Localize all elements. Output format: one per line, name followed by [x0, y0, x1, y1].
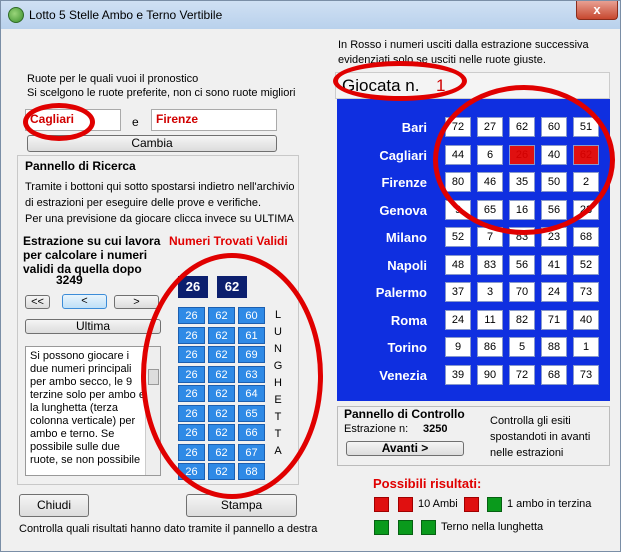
- note-text: Si possono giocare i due numeri principa…: [30, 350, 145, 466]
- next-button[interactable]: >: [114, 295, 159, 309]
- ricerca-title: Pannello di Ricerca: [25, 159, 136, 173]
- estrazione-label-1: Estrazione su cui lavora: [23, 234, 161, 248]
- title-bar[interactable]: Lotto 5 Stelle Ambo e Terno Vertibile x: [1, 1, 620, 29]
- green-square-2: [374, 520, 389, 535]
- green-square-3: [398, 520, 413, 535]
- extraction-number-cell: 82: [509, 309, 535, 330]
- annotation-circle-numbers: [141, 253, 323, 499]
- ricerca-desc-3: Per una previsione da giocare clicca inv…: [25, 213, 294, 225]
- control-desc-3: nelle estrazioni: [490, 447, 564, 459]
- extraction-number-cell: 71: [541, 309, 567, 330]
- footer-hint: Controlla quali risultati hanno dato tra…: [19, 523, 318, 535]
- extraction-number-cell: 24: [541, 282, 567, 302]
- green-square-4: [421, 520, 436, 535]
- extraction-number-cell: 5: [509, 337, 535, 357]
- avanti-button[interactable]: Avanti >: [346, 441, 464, 456]
- extraction-number-cell: 70: [509, 282, 535, 302]
- control-desc-1: Controlla gli esiti: [490, 415, 571, 427]
- extraction-number-cell: 52: [445, 227, 471, 247]
- chiudi-button[interactable]: Chiudi: [19, 494, 89, 517]
- ruote-label-2: Si scelgono le ruote preferite, non ci s…: [27, 87, 296, 99]
- control-panel: Pannello di Controllo Estrazione n: 3250…: [337, 406, 610, 466]
- control-title: Pannello di Controllo: [344, 407, 465, 421]
- city-label: Genova: [379, 202, 427, 218]
- extraction-number-cell: 40: [573, 309, 599, 330]
- extraction-number-cell: 1: [573, 337, 599, 357]
- green-square-1: [487, 497, 502, 512]
- city-label: Palermo: [375, 285, 427, 300]
- ricerca-desc-1: Tramite i bottoni qui sotto spostarsi in…: [25, 181, 295, 193]
- ruote-conjunction: e: [132, 115, 139, 129]
- control-estrazione-label: Estrazione n:: [344, 423, 409, 435]
- estrazione-label-2: per calcolare i numeri: [23, 248, 148, 262]
- extraction-number-cell: 68: [573, 227, 599, 247]
- city-label: Napoli: [387, 257, 427, 273]
- extraction-number-cell: 48: [445, 254, 471, 275]
- extraction-number-cell: 72: [509, 364, 535, 385]
- first-button[interactable]: <<: [25, 295, 50, 309]
- ricerca-desc-2: di estrazioni per eseguire delle prove e…: [25, 197, 262, 209]
- city-label: Firenze: [381, 175, 427, 190]
- terzina-label: 1 ambo in terzina: [507, 498, 592, 510]
- extraction-number-cell: 41: [541, 254, 567, 275]
- window-title: Lotto 5 Stelle Ambo e Terno Vertibile: [29, 8, 223, 22]
- extraction-number-cell: 73: [573, 282, 599, 302]
- extraction-number-cell: 68: [541, 364, 567, 385]
- lunghetta-result-label: Terno nella lunghetta: [441, 521, 544, 533]
- giocata-info-1: In Rosso i numeri usciti dalla estrazion…: [338, 39, 589, 51]
- ruote-label-1: Ruote per le quali vuoi il pronostico: [27, 73, 199, 85]
- extraction-number-cell: 52: [573, 254, 599, 275]
- ruota2-field[interactable]: Firenze: [151, 109, 277, 131]
- extraction-number-cell: 9: [445, 337, 471, 357]
- extraction-number-cell: 11: [477, 309, 503, 330]
- app-icon: [8, 7, 24, 23]
- red-square-1: [374, 497, 389, 512]
- extraction-number-cell: 86: [477, 337, 503, 357]
- control-estrazione-number: 3250: [423, 423, 448, 435]
- city-label: Bari: [401, 120, 427, 135]
- annotation-circle-giocata: [333, 61, 467, 101]
- red-square-2: [398, 497, 413, 512]
- estrazione-number: 3249: [56, 273, 83, 287]
- city-label: Roma: [390, 312, 427, 328]
- city-label: Torino: [387, 340, 427, 355]
- extraction-number-cell: 3: [477, 282, 503, 302]
- extraction-number-cell: 88: [541, 337, 567, 357]
- numeri-trovati-label: Numeri Trovati Validi: [169, 234, 288, 248]
- extraction-number-cell: 90: [477, 364, 503, 385]
- extraction-number-cell: 24: [445, 309, 471, 330]
- extraction-number-cell: 56: [509, 254, 535, 275]
- red-square-3: [464, 497, 479, 512]
- city-label: Cagliari: [379, 147, 427, 163]
- extraction-number-cell: 83: [477, 254, 503, 275]
- prev-button[interactable]: <: [62, 294, 107, 309]
- control-desc-2: spostandoti in avanti: [490, 431, 591, 443]
- risultati-title: Possibili risultati:: [373, 476, 482, 491]
- ambi-label: 10 Ambi: [418, 498, 458, 510]
- app-window: Lotto 5 Stelle Ambo e Terno Vertibile x …: [0, 0, 621, 552]
- extraction-number-cell: 37: [445, 282, 471, 302]
- annotation-circle-ruota: [23, 103, 95, 141]
- annotation-circle-extraction: [433, 85, 615, 235]
- extraction-number-cell: 73: [573, 364, 599, 385]
- close-window-button[interactable]: x: [576, 1, 618, 20]
- extraction-number-cell: 39: [445, 364, 471, 385]
- city-label: Milano: [385, 230, 427, 245]
- city-label: Venezia: [379, 367, 427, 383]
- ultima-button[interactable]: Ultima: [25, 319, 161, 334]
